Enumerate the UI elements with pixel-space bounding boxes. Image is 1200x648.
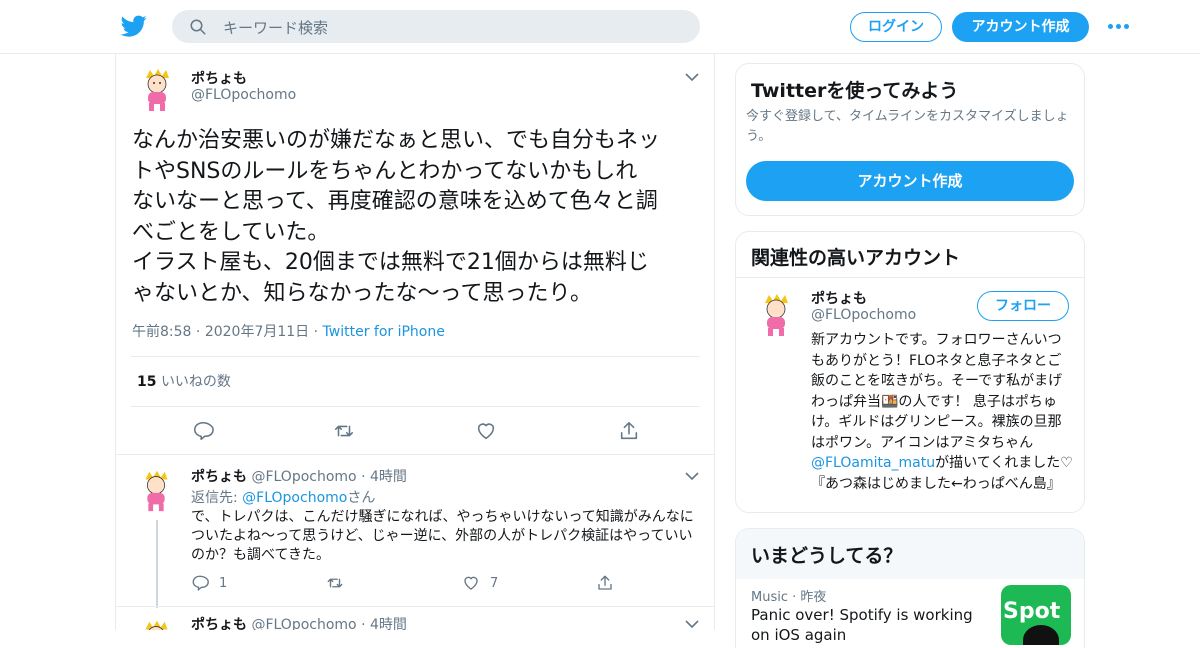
avatar-illustration-icon [132,466,180,514]
separator-dot: · [361,617,366,630]
retweet-icon[interactable] [333,420,355,442]
related-account-name[interactable]: ポちょも [811,288,867,308]
trend-meta: Music · 昨夜 [751,586,826,605]
signup-create-account-button[interactable]: アカウント作成 [746,161,1074,201]
more-icon[interactable] [1108,24,1130,30]
signup-card-description: 今すぐ登録して、タイムラインをカスタマイズしましょう。 [746,109,1069,144]
avatar-illustration-icon [132,64,182,114]
chevron-down-icon[interactable] [685,72,699,82]
related-account-handle[interactable]: @FLOpochomo [811,307,916,323]
divider [131,406,700,407]
tweet-line: なんか治安悪いのが嫌だなぁと思い、でも自分もネッ [132,128,661,153]
author-handle[interactable]: @FLOpochomo [191,87,296,103]
reply-count: 1 [219,576,228,591]
reply-time[interactable]: 4時間 [370,617,407,630]
avatar[interactable] [751,289,801,339]
share-icon[interactable] [596,574,614,592]
chevron-down-icon[interactable] [685,619,699,629]
heart-icon[interactable] [475,420,497,442]
reply-icon[interactable] [192,420,214,442]
divider [131,356,700,357]
trend-headline[interactable]: Panic over! Spotify is working on iOS ag… [751,605,981,645]
trends-title: いまどうしてる？ [751,545,903,567]
reply-to-prefix: 返信先: [191,490,243,506]
reply-text: で、トレパクは、こんだけ騒ぎになれば、やっちゃいけないって知識がみんなについたよ… [191,509,694,563]
trend-category: Music [751,590,788,605]
tweet-line: ゃないとか、知らなかったな〜って思ったり。 [132,280,593,306]
retweet-icon[interactable] [326,574,344,592]
reply-author-name[interactable]: ポちょも [191,617,247,630]
author-name[interactable]: ポちょも [191,68,247,88]
avatar[interactable] [132,466,180,514]
bio-mention-link[interactable]: @FLOamita_matu [811,455,935,471]
follow-button[interactable]: フォロー [977,291,1069,321]
thread-line [156,520,158,608]
likes-label: いいねの数 [160,374,231,390]
trend-thumbnail[interactable]: Spot [1001,585,1071,645]
trend-time: 昨夜 [800,590,827,605]
search-placeholder: キーワード検索 [223,19,329,37]
avatar-illustration-icon [132,616,180,630]
reply-to-line: 返信先: @FLOpochomoさん [191,487,375,507]
chevron-down-icon[interactable] [685,471,699,481]
reply-author-name[interactable]: ポちょも [191,469,247,485]
related-account-bio: 新アカウントです。フォロワーさんいつもありがとう！FLOネタと息子ネタとご飯のこ… [811,330,1073,494]
avatar[interactable] [132,64,182,114]
reply-to-suffix: さん [347,490,376,506]
tweet-time[interactable]: 午前8:58 [132,324,191,340]
like-count: 7 [490,576,499,591]
top-bar: キーワード検索 ログイン アカウント作成 [0,0,1200,54]
create-account-button[interactable]: アカウント作成 [952,12,1089,42]
share-icon[interactable] [618,420,640,442]
bio-text: 新アカウントです。フォロワーさんいつもありがとう！FLOネタと息子ネタとご飯のこ… [811,332,1063,451]
signup-card-title: Twitterを使ってみよう [751,80,959,102]
tweet-source-link[interactable]: Twitter for iPhone [323,324,445,340]
reply-author-handle[interactable]: @FLOpochomo [251,617,356,630]
reply-time[interactable]: 4時間 [370,469,407,485]
thumbnail-figure [1023,625,1059,645]
tweet-line: ないなーと思って、再度確認の意味を込めて色々と調 [132,189,658,214]
separator-dot: · [195,324,205,340]
tweet-date[interactable]: 2020年7月11日 [205,324,309,340]
reply-to-handle-link[interactable]: @FLOpochomo [242,490,347,506]
heart-icon[interactable] [462,574,480,592]
related-accounts-card: 関連性の高いアカウント ポちょも @FLOpochomo フォロー 新アカウント… [735,231,1085,513]
separator-dot: · [361,469,366,485]
reply-header: ポちょも @FLOpochomo · 4時間 [191,466,407,486]
separator-dot: · [313,324,323,340]
spotify-logo-text: Spot [1003,599,1061,624]
divider [116,454,714,455]
divider [116,606,714,607]
reply-header: ポちょも @FLOpochomo · 4時間 [191,614,407,630]
reply-author-handle[interactable]: @FLOpochomo [251,469,356,485]
reply-icon[interactable] [191,574,209,592]
search-box[interactable]: キーワード検索 [172,10,700,43]
likes-count: 15 [137,374,157,390]
login-button[interactable]: ログイン [850,12,942,42]
tweet-line: トやSNSのルールをちゃんとわかってないかもしれ [132,158,638,184]
signup-card: Twitterを使ってみよう 今すぐ登録して、タイムラインをカスタマイズしましょ… [735,63,1085,216]
tweet-text: なんか治安悪いのが嫌だなぁと思い、でも自分もネッ トやSNSのルールをちゃんとわ… [132,126,702,309]
related-card-title: 関連性の高いアカウント [751,247,961,269]
avatar-illustration-icon [751,289,801,339]
tweet-line: べごとをしていた。 [132,219,330,245]
twitter-bird-icon[interactable] [120,13,148,39]
divider [736,277,1084,278]
tweet-column: ポちょも @FLOpochomo なんか治安悪いのが嫌だなぁと思い、でも自分もネ… [115,54,715,630]
tweet-line: イラスト屋も、20個までは無料で21個からは無料じ [132,250,649,275]
trends-card: いまどうしてる？ Music · 昨夜 Panic over! Spotify … [735,528,1085,648]
likes-stat[interactable]: 15 いいねの数 [137,371,231,391]
tweet-metadata: 午前8:58 · 2020年7月11日 · Twitter for iPhone [132,321,445,341]
avatar[interactable] [132,616,180,630]
search-icon [190,19,206,35]
